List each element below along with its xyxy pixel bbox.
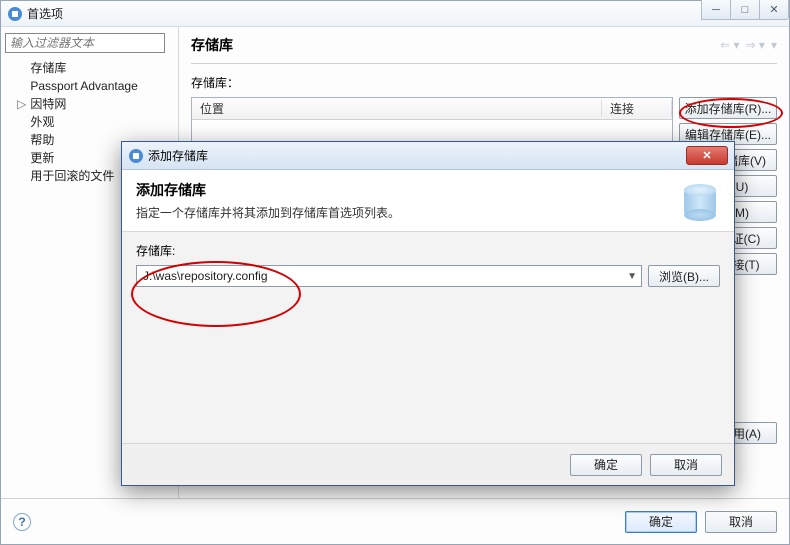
close-button[interactable]: ✕ <box>759 0 789 20</box>
tree-label: 帮助 <box>30 133 54 147</box>
tree-label: 因特网 <box>30 97 66 111</box>
tree-label: Passport Advantage <box>30 79 137 93</box>
col-connection[interactable]: 连接 <box>602 100 672 117</box>
page-title: 存储库 <box>191 35 233 55</box>
add-repository-button[interactable]: 添加存储库(R)... <box>679 97 777 119</box>
tree-item-passport[interactable]: Passport Advantage <box>17 77 174 95</box>
col-location[interactable]: 位置 <box>192 100 602 117</box>
right-header: 存储库 ⇐ ▾ ⇒ ▾ ▾ <box>191 35 777 64</box>
dialog-close-button[interactable]: ✕ <box>686 146 728 165</box>
nav-menu-icon[interactable]: ▾ <box>771 38 777 52</box>
dialog-cancel-button[interactable]: 取消 <box>650 454 722 476</box>
nav-back-icon[interactable]: ⇐ ▾ <box>720 38 739 52</box>
browse-button[interactable]: 浏览(B)... <box>648 265 720 287</box>
main-window-title: 首选项 <box>27 5 63 22</box>
tree-label: 更新 <box>30 151 54 165</box>
dialog-footer: 确定 取消 <box>122 443 734 485</box>
nav-arrows: ⇐ ▾ ⇒ ▾ ▾ <box>720 38 777 52</box>
tree-label: 存储库 <box>30 61 66 75</box>
tree-item-internet[interactable]: ▷ 因特网 <box>17 95 174 113</box>
cancel-button[interactable]: 取消 <box>705 511 777 533</box>
repository-path-value: J:\was\repository.config <box>143 269 268 283</box>
filter-input[interactable] <box>5 33 165 53</box>
dialog-title: 添加存储库 <box>148 147 208 164</box>
repository-field-label: 存储库: <box>136 242 720 259</box>
dialog-header-title: 添加存储库 <box>136 180 400 200</box>
tree-label: 外观 <box>30 115 54 129</box>
add-repository-dialog: 添加存储库 ✕ 添加存储库 指定一个存储库并将其添加到存储库首选项列表。 存储库… <box>121 141 735 486</box>
dialog-header-text: 添加存储库 指定一个存储库并将其添加到存储库首选项列表。 <box>136 180 400 221</box>
preferences-window: 首选项 ─ □ ✕ 存储库 Passport Advantage ▷ 因特网 <box>0 0 790 545</box>
app-icon <box>7 6 23 22</box>
window-controls: ─ □ ✕ <box>702 0 789 20</box>
nav-forward-icon[interactable]: ⇒ ▾ <box>746 38 765 52</box>
repository-path-combo[interactable]: J:\was\repository.config ▼ <box>136 265 642 287</box>
database-icon <box>680 181 720 221</box>
dialog-titlebar: 添加存储库 ✕ <box>122 142 734 170</box>
ok-button[interactable]: 确定 <box>625 511 697 533</box>
main-footer: ? 确定 取消 <box>1 498 789 544</box>
dialog-header: 添加存储库 指定一个存储库并将其添加到存储库首选项列表。 <box>122 170 734 232</box>
repositories-label: 存储库： <box>191 74 777 91</box>
help-icon[interactable]: ? <box>13 513 31 531</box>
dialog-ok-button[interactable]: 确定 <box>570 454 642 476</box>
chevron-down-icon: ▼ <box>627 271 637 282</box>
dialog-app-icon <box>128 148 144 164</box>
minimize-button[interactable]: ─ <box>701 0 731 20</box>
footer-buttons: 确定 取消 <box>625 511 777 533</box>
dialog-body: 存储库: J:\was\repository.config ▼ 浏览(B)... <box>122 232 734 443</box>
main-titlebar: 首选项 ─ □ ✕ <box>1 1 789 27</box>
dialog-header-desc: 指定一个存储库并将其添加到存储库首选项列表。 <box>136 204 400 221</box>
tree-item-repository[interactable]: 存储库 <box>17 59 174 77</box>
maximize-button[interactable]: □ <box>730 0 760 20</box>
table-header: 位置 连接 <box>192 98 672 120</box>
tree-label: 用于回滚的文件 <box>30 169 114 183</box>
repository-field-row: J:\was\repository.config ▼ 浏览(B)... <box>136 265 720 287</box>
tree-item-appearance[interactable]: 外观 <box>17 113 174 131</box>
